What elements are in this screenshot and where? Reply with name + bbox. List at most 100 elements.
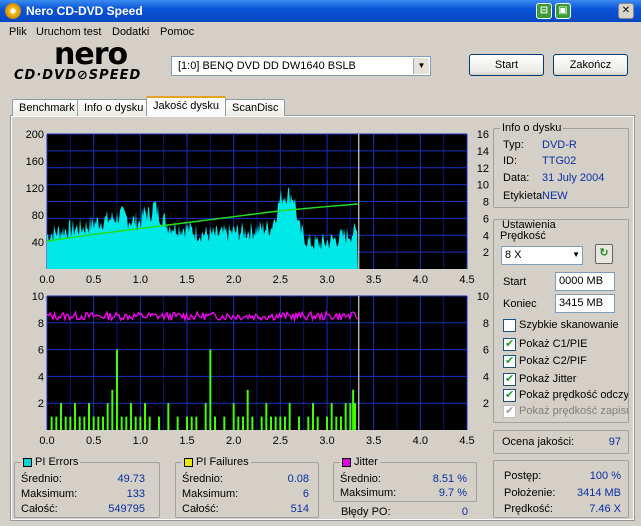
start-button[interactable]: Start (469, 54, 544, 76)
pi-failures-jitter-chart: 0.0 0.5 1.0 1.5 2.0 2.5 3.0 3.5 4.0 4.5 10 8 6 4 2 10 8 6… (32, 291, 489, 447)
chart1-x-tick-label: 1.5 (179, 274, 194, 286)
chart1-y-left-tick-label: 120 (26, 183, 44, 195)
disc-label-value: NEW (542, 190, 568, 202)
jitter-avg-value: 8.51 % (432, 473, 467, 485)
pi-failures-avg-label: Średnio: (182, 473, 223, 485)
po-errors-value: 0 (461, 506, 468, 518)
chart1-y-right-tick-label: 4 (483, 230, 489, 242)
disc-id-value: TTG02 (542, 155, 577, 167)
pi-failures-max-label: Maksimum: (182, 488, 239, 500)
disc-type-value: DVD-R (542, 139, 577, 151)
chart2-x-tick-label: 0.5 (86, 435, 101, 447)
jitter-title-text: Jitter (354, 456, 378, 468)
start-label: Start (503, 276, 527, 288)
stop-button[interactable]: Zakończ (553, 54, 628, 76)
pi-errors-total-value: 549795 (108, 503, 145, 515)
disc-type-label: Typ: (503, 139, 524, 151)
chart1-y-right-tick-label: 14 (477, 146, 489, 158)
speed-select[interactable]: 8 X ▼ (501, 246, 583, 265)
chart1-x-tick-label: 0.5 (86, 274, 101, 286)
chart2-y-right-tick-label: 8 (483, 318, 489, 330)
show-jitter-checkbox[interactable] (503, 372, 516, 386)
chart2-y-right-tick-label: 2 (483, 398, 489, 410)
menu-help[interactable]: Pomoc (160, 26, 194, 38)
quality-score-label: Ocena jakości: (502, 436, 575, 448)
chart2-y-left-tick-label: 4 (38, 371, 44, 383)
disc-info-group: Info o dysku Typ: DVD-R ID: TTG02 Data: … (493, 122, 629, 208)
pi-failures-title: PI Failures (182, 456, 251, 468)
progress-group: Postęp: 100 % Położenie: 3414 MB Prędkoś… (493, 460, 629, 518)
progress-value: 100 % (589, 470, 621, 482)
chart1-y-left-tick-label: 200 (26, 129, 44, 141)
tab-disc-quality[interactable]: Jakość dysku (146, 96, 227, 116)
pi-failures-title-text: PI Failures (196, 456, 249, 468)
show-read-speed-checkbox[interactable] (503, 388, 516, 402)
pi-failures-total-label: Całość: (182, 503, 219, 515)
title-bar: Nero CD-DVD Speed ⊟ ▣ ✕ (0, 0, 641, 22)
chart2-y-left-tick-label: 8 (38, 318, 44, 330)
show-write-speed-label: Pokaż prędkość zapisu (519, 405, 629, 417)
jitter-max-label: Maksimum: (340, 487, 397, 499)
position-label: Położenie: (504, 487, 556, 499)
pi-errors-title: PI Errors (21, 456, 81, 468)
chart1-x-tick-label: 4.0 (413, 274, 428, 286)
chart1-y-right-tick-label: 10 (477, 180, 489, 192)
chart1-x-tick-label: 0.0 (39, 274, 54, 286)
quality-score-value: 97 (608, 436, 621, 448)
taskbar-icon-1[interactable]: ⊟ (536, 3, 552, 19)
position-value: 3414 MB (576, 487, 621, 499)
chart2-x-tick-label: 0.0 (39, 435, 54, 447)
end-input[interactable]: 3415 MB (555, 294, 615, 313)
quick-scan-checkbox[interactable] (503, 319, 516, 332)
disc-id-label: ID: (503, 155, 518, 167)
disc-info-title: Info o dysku (500, 122, 564, 134)
tab-benchmark[interactable]: Benchmark (12, 99, 82, 116)
chart2-x-tick-label: 1.5 (179, 435, 194, 447)
chart2-x-tick-label: 3.5 (366, 435, 381, 447)
pi-errors-chart: 0.0 0.5 1.0 1.5 2.0 2.5 3.0 3.5 4.0 4.5 16 14 12 10 8 6… (26, 129, 489, 286)
taskbar-icon-2[interactable]: ▣ (555, 3, 571, 19)
chart1-y-left-tick-label: 160 (26, 156, 44, 168)
chart2-y-left-tick-label: 10 (32, 291, 44, 303)
show-read-speed-label: Pokaż prędkość odczytu (519, 389, 629, 401)
refresh-icon[interactable]: ↻ (595, 244, 613, 264)
chart1-y-right-tick-label: 16 (477, 129, 489, 141)
end-label: Koniec (503, 298, 537, 310)
jitter-max-value: 9.7 % (438, 487, 467, 499)
chart1-x-tick-label: 3.0 (319, 274, 334, 286)
chart1-x-tick-label: 2.5 (273, 274, 288, 286)
speed-label: Prędkość (500, 230, 546, 242)
chart2-x-tick-label: 4.0 (413, 435, 428, 447)
chart1-x-tick-label: 1.0 (133, 274, 148, 286)
chart2-x-tick-label: 1.0 (133, 435, 148, 447)
tab-disc-info[interactable]: Info o dysku (77, 99, 151, 116)
disc-date-value: 31 July 2004 (542, 172, 605, 184)
window-title: Nero CD-DVD Speed (26, 4, 143, 18)
chart1-y-right-tick-label: 6 (483, 213, 489, 225)
disc-label-label: Etykieta (503, 190, 543, 202)
chart2-x-tick-label: 4.5 (459, 435, 474, 447)
pi-failures-max-value: 6 (302, 488, 309, 500)
quick-scan-label: Szybkie skanowanie (519, 319, 619, 331)
show-write-speed-checkbox (503, 404, 516, 418)
jitter-title: Jitter (340, 456, 380, 468)
show-c1-pie-label: Pokaż C1/PIE (519, 338, 588, 350)
disc-date-label: Data: (503, 172, 530, 184)
tab-scandisc[interactable]: ScanDisc (225, 99, 286, 116)
show-jitter-label: Pokaż Jitter (519, 373, 577, 385)
chevron-down-icon[interactable]: ▼ (413, 58, 429, 74)
chart1-y-right-tick-label: 2 (483, 247, 489, 259)
drive-select[interactable]: [1:0] BENQ DVD DD DW1640 BSLB ▼ (171, 56, 431, 76)
show-c2-pif-checkbox[interactable] (503, 354, 516, 368)
chart1-x-tick-label: 3.5 (366, 274, 381, 286)
chart1-x-tick-label: 2.0 (226, 274, 241, 286)
menu-file[interactable]: Plik (9, 26, 27, 38)
start-input[interactable]: 0000 MB (555, 272, 615, 291)
chart2-x-tick-label: 3.0 (319, 435, 334, 447)
chart1-x-tick-label: 4.5 (459, 274, 474, 286)
close-icon[interactable]: ✕ (618, 3, 634, 19)
chart1-y-right-tick-label: 8 (483, 197, 489, 209)
chevron-down-icon[interactable]: ▼ (572, 250, 580, 259)
pi-errors-color-swatch (23, 458, 32, 467)
show-c1-pie-checkbox[interactable] (503, 337, 516, 351)
